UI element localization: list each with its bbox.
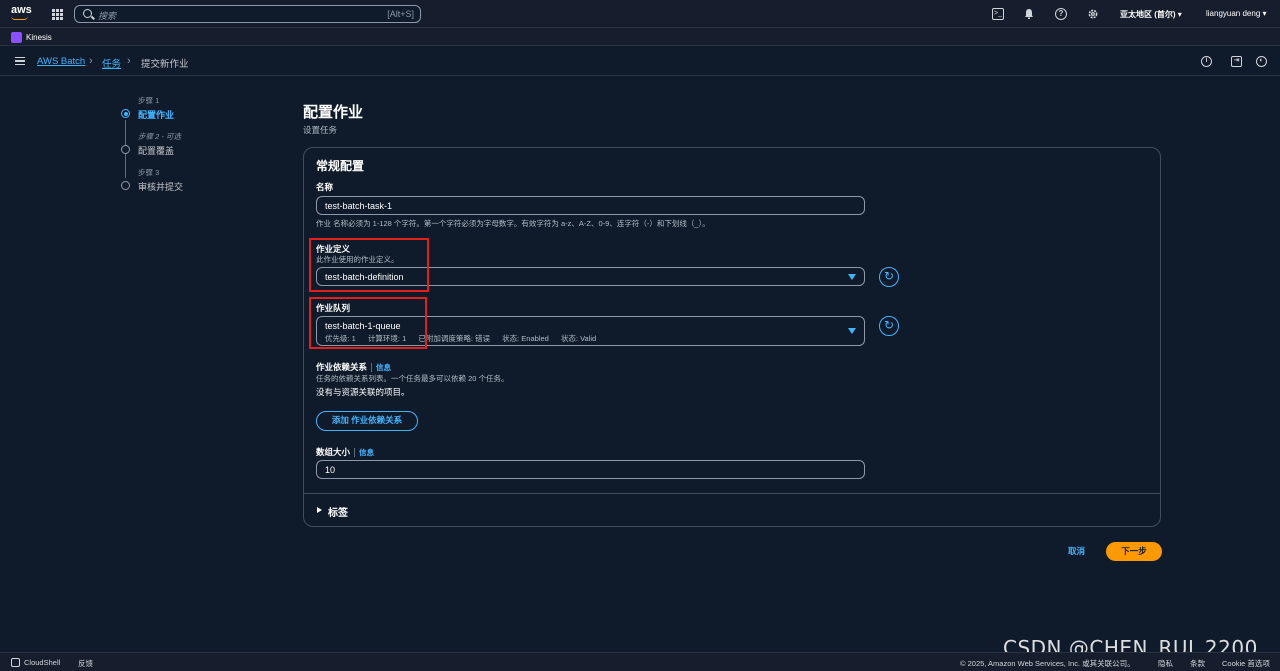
refresh-icon[interactable]: ↻: [879, 316, 899, 336]
name-field[interactable]: test-batch-task-1: [316, 196, 865, 215]
chevron-right-icon: ›: [127, 55, 131, 67]
dependencies-empty: 没有与资源关联的项目。: [316, 387, 410, 397]
menu-icon[interactable]: [15, 57, 25, 65]
step-2-label: 配置覆盖: [138, 146, 175, 156]
gear-icon[interactable]: [1087, 8, 1099, 20]
chevron-right-icon: ›: [89, 55, 93, 67]
services-grid-icon[interactable]: [52, 9, 63, 20]
aws-logo[interactable]: aws: [11, 4, 32, 20]
footer-copyright: © 2025, Amazon Web Services, Inc. 或其关联公司…: [960, 659, 1135, 668]
step-3-number: 步骤 3: [138, 168, 160, 177]
page-subtitle: 设置任务: [303, 125, 338, 135]
top-navigation: aws 搜索 [Alt+S] >_ ? 亚太地区 (首尔) ▾ liangyua…: [0, 0, 1280, 28]
step-3-label: 审核并提交: [138, 182, 184, 192]
page-title: 配置作业: [303, 104, 364, 121]
name-value: test-batch-task-1: [325, 201, 393, 211]
bell-icon[interactable]: [1023, 8, 1035, 20]
step-1-label[interactable]: 配置作业: [138, 108, 174, 121]
name-hint: 作业 名称必须为 1-128 个字符。第一个字符必须为字母数字。有效字符为 a-…: [316, 219, 710, 228]
region-selector[interactable]: 亚太地区 (首尔) ▾: [1120, 9, 1182, 20]
dependencies-desc: 任务的依赖关系列表。一个任务最多可以依赖 20 个任务。: [316, 374, 509, 383]
cloudshell-icon[interactable]: >_: [992, 8, 1004, 20]
breadcrumb-jobs[interactable]: 任务: [102, 56, 121, 70]
caret-right-icon[interactable]: [317, 507, 322, 513]
aws-logo-text: aws: [11, 4, 32, 16]
kinesis-icon: [11, 32, 22, 43]
step-1-indicator: [121, 109, 130, 118]
search-shortcut: [Alt+S]: [387, 9, 414, 19]
search-input[interactable]: 搜索 [Alt+S]: [74, 5, 421, 23]
divider: [304, 493, 1160, 494]
add-dependency-button[interactable]: 添加 作业依赖关系: [316, 411, 418, 431]
queue-scheduling-policy: 已附加调度策略: 错误: [418, 334, 491, 343]
array-size-info-link[interactable]: 信息: [354, 448, 375, 457]
array-size-value: 10: [325, 465, 336, 475]
cancel-button[interactable]: 取消: [1068, 545, 1085, 557]
next-button[interactable]: 下一步: [1106, 542, 1162, 561]
highlight-box-job-definition: [309, 238, 429, 292]
footer: CloudShell 反馈 © 2025, Amazon Web Service…: [0, 652, 1280, 671]
step-3-indicator: [121, 181, 130, 190]
array-size-label-text: 数组大小: [316, 447, 351, 457]
breadcrumb-aws-batch[interactable]: AWS Batch: [37, 56, 85, 67]
cloudshell-icon[interactable]: [11, 658, 20, 667]
dependencies-info-link[interactable]: 信息: [371, 363, 392, 372]
dependencies-label: 作业依赖关系 信息: [316, 361, 392, 373]
theme-icon[interactable]: ◐: [1256, 56, 1267, 67]
footer-cloudshell[interactable]: CloudShell: [24, 658, 60, 667]
panel-toggle-icon[interactable]: ⇥: [1231, 56, 1242, 67]
footer-cookie[interactable]: Cookie 首选项: [1222, 658, 1270, 669]
help-icon[interactable]: ?: [1055, 8, 1067, 20]
queue-status: 状态: Valid: [560, 334, 597, 343]
footer-feedback[interactable]: 反馈: [78, 658, 93, 669]
search-icon: [83, 9, 92, 18]
section-title: 常规配置: [316, 159, 365, 173]
info-icon[interactable]: i: [1201, 56, 1212, 67]
step-2-indicator: [121, 145, 130, 154]
highlight-box-job-queue: [309, 297, 427, 349]
step-1-number: 步骤 1: [138, 96, 160, 105]
account-menu[interactable]: liangyuan deng ▾: [1206, 9, 1267, 18]
breadcrumb-bar: AWS Batch › 任务 › 提交新作业: [0, 46, 1280, 76]
footer-privacy[interactable]: 隐私: [1158, 658, 1173, 669]
breadcrumb-current: 提交新作业: [141, 59, 189, 70]
search-placeholder: 搜索: [98, 11, 117, 21]
footer-terms[interactable]: 条款: [1190, 658, 1205, 669]
tags-expander[interactable]: 标签: [328, 504, 348, 519]
name-label: 名称: [316, 182, 334, 192]
array-size-label: 数组大小 信息: [316, 446, 375, 458]
caret-down-icon: [848, 328, 856, 334]
favorites-bar: Kinesis: [0, 28, 1280, 46]
array-size-field[interactable]: 10: [316, 460, 865, 479]
dependencies-label-text: 作业依赖关系: [316, 362, 368, 372]
refresh-icon[interactable]: ↻: [879, 267, 899, 287]
caret-down-icon: [848, 274, 856, 280]
favorite-service-kinesis[interactable]: Kinesis: [26, 33, 52, 42]
step-2-number: 步骤 2 - 可选: [138, 132, 181, 141]
queue-state: 状态: Enabled: [502, 334, 549, 343]
